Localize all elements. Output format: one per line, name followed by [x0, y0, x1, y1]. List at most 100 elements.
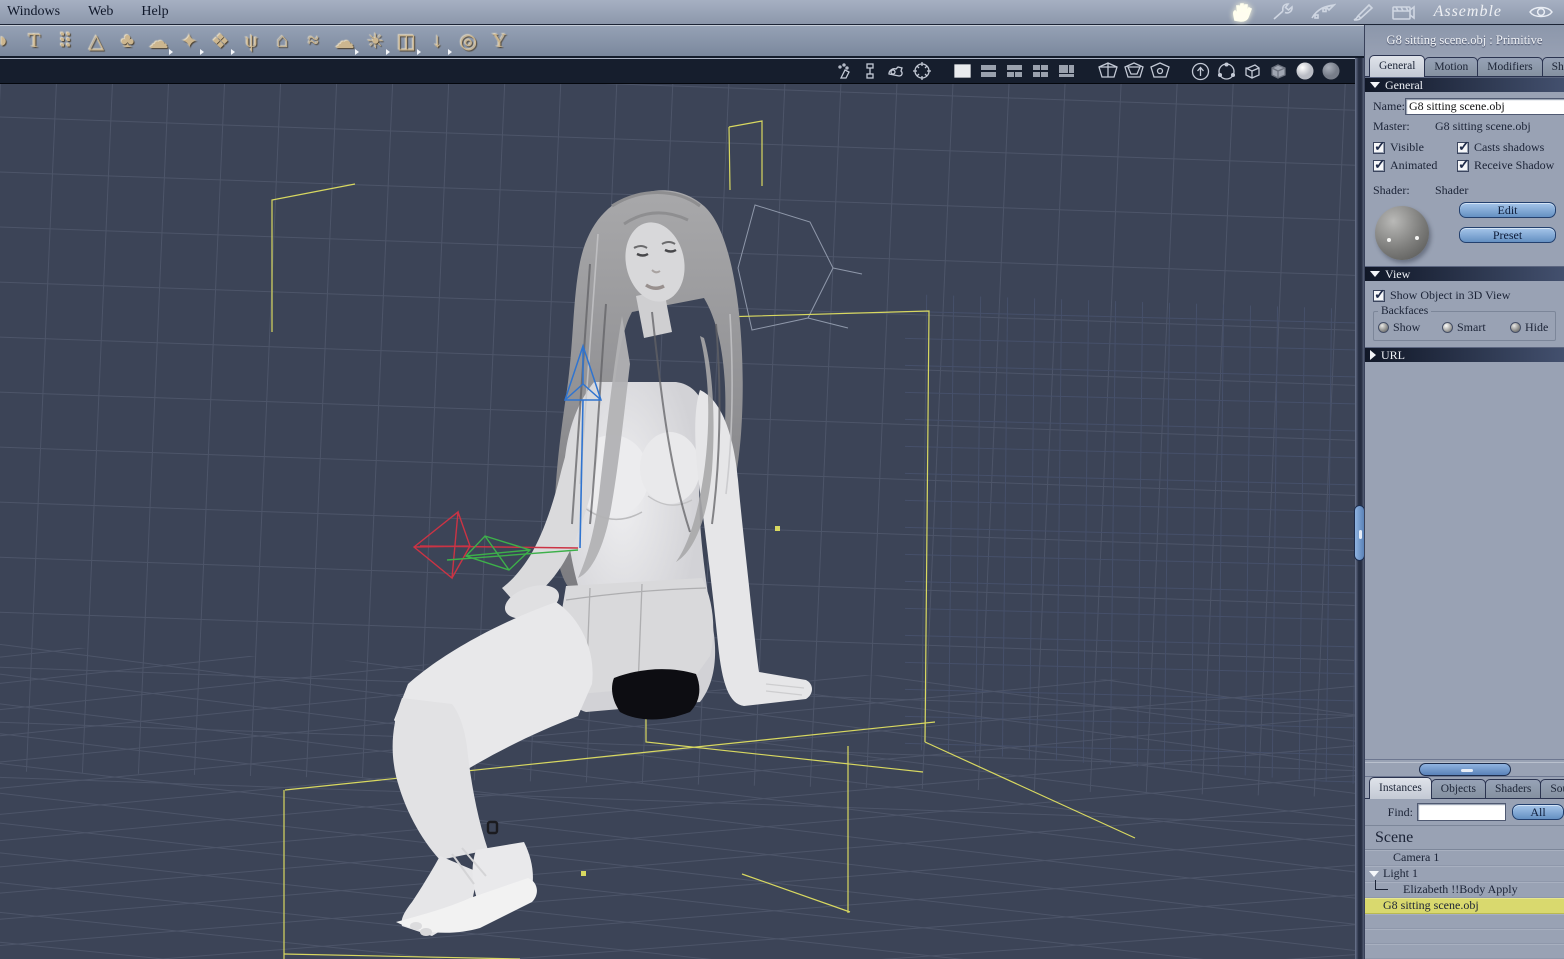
tab-shaders[interactable]: Shaders: [1484, 779, 1542, 799]
terrain-icon[interactable]: △: [81, 26, 112, 56]
find-all-button[interactable]: All: [1512, 804, 1564, 820]
text-primitive-icon[interactable]: T: [19, 26, 50, 56]
sphere-primitive-icon[interactable]: ◗: [0, 26, 19, 56]
scene-root-label[interactable]: Scene: [1365, 825, 1564, 850]
scene-canvas[interactable]: [0, 84, 1355, 959]
tree-empty-row[interactable]: [1365, 929, 1564, 944]
checkbox-icon: [1457, 139, 1470, 156]
rock-garden-icon[interactable]: ❖: [205, 26, 236, 56]
plant-icon[interactable]: ♣: [112, 26, 143, 56]
production-frame-dot-icon[interactable]: [1149, 61, 1170, 81]
menu-windows[interactable]: Windows: [0, 0, 74, 25]
flag-checkboxes: Visible Casts shadows Animated Receive S…: [1365, 134, 1564, 177]
light-icon[interactable]: ☀: [360, 26, 391, 56]
camera-pan-icon[interactable]: [885, 61, 906, 81]
animated-checkbox[interactable]: Animated: [1373, 157, 1457, 174]
shader-preview-sphere[interactable]: [1375, 206, 1429, 260]
layout-single-icon[interactable]: [952, 61, 973, 81]
production-frame-icon[interactable]: [1097, 61, 1118, 81]
visible-checkbox[interactable]: Visible: [1373, 139, 1457, 156]
shader-block: Edit Preset: [1365, 198, 1564, 266]
menu-bar: Windows Web Help Assemble: [0, 0, 1564, 25]
radio-icon: [1442, 322, 1453, 333]
casts-shadows-checkbox[interactable]: Casts shadows: [1457, 139, 1564, 156]
horizontal-splitter[interactable]: [1365, 759, 1564, 777]
backfaces-hide-radio[interactable]: Hide: [1510, 320, 1548, 335]
checkbox-icon: [1457, 157, 1470, 174]
expand-triangle-icon[interactable]: [1369, 871, 1379, 877]
tab-modifiers[interactable]: Modifiers: [1477, 57, 1543, 77]
camera-icon[interactable]: ◫: [391, 26, 422, 56]
collapse-triangle-icon: [1370, 82, 1380, 88]
radio-icon: [1510, 322, 1521, 333]
layout-main-plus-icon[interactable]: [1056, 61, 1077, 81]
edit-shader-button[interactable]: Edit: [1459, 202, 1556, 218]
tab-objects[interactable]: Objects: [1430, 779, 1486, 799]
storyboard-pen-icon[interactable]: [1308, 1, 1338, 23]
tab-general[interactable]: General: [1369, 55, 1426, 77]
sequence-film-icon[interactable]: [1388, 1, 1418, 23]
insert-toolbar: ◗ T ⠿ △ ♣ ☁ ✦ ❖ ψ ⌂ ≈ ☁ ☀ ◫ ↓ ◎ Y: [0, 25, 1564, 58]
splitter-handle[interactable]: [1418, 763, 1511, 776]
target-helper-icon[interactable]: ◎: [453, 26, 484, 56]
solid-cube-icon[interactable]: [1268, 61, 1289, 81]
wireframe-cube-icon[interactable]: [1242, 61, 1263, 81]
building-icon[interactable]: ⌂: [267, 26, 298, 56]
master-value: G8 sitting scene.obj: [1435, 119, 1531, 133]
backfaces-smart-radio[interactable]: Smart: [1442, 320, 1510, 335]
grass-icon[interactable]: ψ: [236, 26, 267, 56]
model-wrench-icon[interactable]: [1268, 1, 1298, 23]
fire-icon[interactable]: ✦: [174, 26, 205, 56]
receive-shadow-label: Receive Shadow: [1474, 158, 1555, 172]
backfaces-hide-label: Hide: [1525, 320, 1549, 334]
tree-item-light1[interactable]: Light 1: [1365, 866, 1564, 882]
tree-empty-row[interactable]: [1365, 914, 1564, 929]
camera-up-icon[interactable]: [1190, 61, 1211, 81]
layout-three-icon[interactable]: [1004, 61, 1025, 81]
show-object-label: Show Object in 3D View: [1390, 288, 1511, 302]
assemble-hand-icon[interactable]: [1228, 1, 1258, 23]
metaballs-icon[interactable]: ⠿: [50, 26, 81, 56]
spray-tool-icon[interactable]: [833, 61, 854, 81]
render-eye-icon[interactable]: [1526, 1, 1556, 23]
bone-icon[interactable]: Y: [484, 26, 515, 56]
tab-instances[interactable]: Instances: [1369, 777, 1432, 799]
find-input[interactable]: [1417, 803, 1506, 821]
section-view[interactable]: View: [1365, 266, 1564, 281]
viewport-3d: [0, 58, 1355, 959]
tree-item-elizabeth[interactable]: Elizabeth !!Body Apply: [1365, 880, 1564, 898]
menu-help[interactable]: Help: [127, 0, 182, 25]
texture-brush-icon[interactable]: [1348, 1, 1378, 23]
vertex-sphere-icon[interactable]: [1216, 61, 1237, 81]
textured-sphere-icon[interactable]: [1320, 61, 1341, 81]
find-row: Find: All: [1365, 799, 1564, 825]
backfaces-show-radio[interactable]: Show: [1378, 320, 1442, 335]
tab-shading[interactable]: Shading: [1541, 57, 1564, 77]
ocean-icon[interactable]: ≈: [298, 26, 329, 56]
smooth-sphere-icon[interactable]: [1294, 61, 1315, 81]
menu-web[interactable]: Web: [74, 0, 127, 25]
cloud-icon[interactable]: ☁: [143, 26, 174, 56]
layout-rows-icon[interactable]: [978, 61, 999, 81]
volumetric-cloud-icon[interactable]: ☁: [329, 26, 360, 56]
tree-item-g8-sitting-scene[interactable]: G8 sitting scene.obj: [1365, 898, 1564, 914]
find-label: Find:: [1387, 804, 1413, 819]
production-frame-alt-icon[interactable]: [1123, 61, 1144, 81]
light-cone-wireframe[interactable]: [737, 204, 863, 331]
receive-shadow-checkbox[interactable]: Receive Shadow: [1457, 157, 1564, 174]
tree-empty-row[interactable]: [1365, 944, 1564, 959]
hierarchy-tool-icon[interactable]: [859, 61, 880, 81]
section-general[interactable]: General: [1365, 77, 1564, 92]
layout-quad-icon[interactable]: [1030, 61, 1051, 81]
gyroscope-icon[interactable]: [911, 61, 932, 81]
name-input[interactable]: [1405, 98, 1564, 115]
tree-item-camera1[interactable]: Camera 1: [1365, 850, 1564, 866]
preset-shader-button[interactable]: Preset: [1459, 227, 1556, 243]
tab-motion[interactable]: Motion: [1424, 57, 1479, 77]
tab-sounds[interactable]: Sounds: [1540, 779, 1564, 799]
show-object-checkbox[interactable]: Show Object in 3D View: [1373, 287, 1511, 304]
backfaces-legend: Backfaces: [1381, 305, 1429, 317]
particle-emitter-icon[interactable]: ↓: [422, 26, 453, 56]
carrara-window: Windows Web Help Assemble ◗ T ⠿ △ ♣ ☁ ✦ …: [0, 0, 1564, 959]
section-url[interactable]: URL: [1365, 347, 1564, 362]
